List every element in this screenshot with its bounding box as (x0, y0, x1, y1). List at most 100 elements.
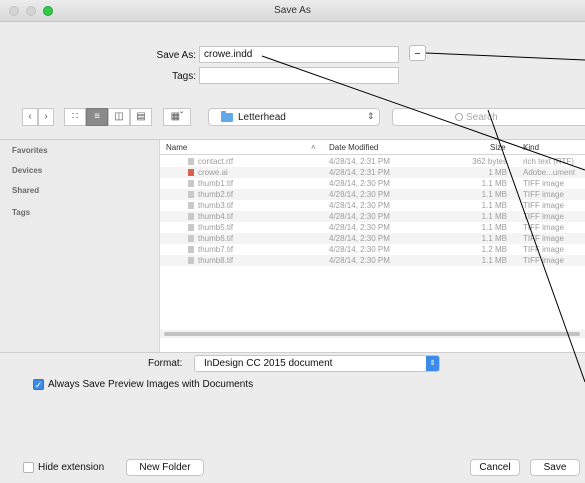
sort-ascending-icon: ˄ (311, 143, 316, 152)
sidebar-item-shared[interactable]: Shared (12, 186, 39, 195)
image-file-icon (188, 180, 194, 187)
file-date: 4/28/14, 2:31 PM (329, 157, 390, 166)
image-file-icon (188, 202, 194, 209)
file-kind: TIFF image (523, 256, 564, 265)
file-date: 4/28/14, 2:30 PM (329, 201, 390, 210)
file-row[interactable]: thumb3.tif 4/28/14, 2:30 PM 1.1 MB TIFF … (160, 200, 585, 211)
file-row[interactable]: thumb6.tif 4/28/14, 2:30 PM 1.1 MB TIFF … (160, 233, 585, 244)
column-header-kind[interactable]: Kind (523, 143, 539, 152)
sidebar-item-tags[interactable]: Tags (12, 208, 30, 217)
file-date: 4/28/14, 2:30 PM (329, 190, 390, 199)
file-size: 362 bytes (472, 157, 507, 166)
file-size: 1.1 MB (481, 212, 507, 221)
column-view-button[interactable]: ◫ (108, 108, 130, 126)
sidebar-item-favorites[interactable]: Favorites (12, 146, 48, 155)
file-kind: TIFF image (523, 234, 564, 243)
coverflow-view-button[interactable]: ▤ (130, 108, 152, 126)
file-size: 1.2 MB (481, 245, 507, 254)
file-row[interactable]: thumb5.tif 4/28/14, 2:30 PM 1.1 MB TIFF … (160, 222, 585, 233)
search-placeholder: Search (466, 112, 498, 123)
file-date: 4/28/14, 2:30 PM (329, 245, 390, 254)
sidebar-item-devices[interactable]: Devices (12, 166, 42, 175)
file-size: 1.1 MB (481, 223, 507, 232)
coverflow-icon: ▤ (136, 111, 146, 122)
file-size: 1.1 MB (481, 179, 507, 188)
file-name: thumb7.tif (198, 245, 234, 254)
file-kind: rich text (RTF) (523, 157, 574, 166)
checkmark-icon: ✓ (34, 380, 43, 390)
file-name: thumb3.tif (198, 201, 234, 210)
scrollbar-thumb[interactable] (164, 332, 580, 336)
file-date: 4/28/14, 2:30 PM (329, 234, 390, 243)
file-size: 1.1 MB (481, 234, 507, 243)
column-header-size[interactable]: Size (490, 143, 506, 152)
horizontal-scrollbar[interactable] (160, 330, 585, 338)
format-popup[interactable]: InDesign CC 2015 document ⇕ (194, 355, 440, 372)
new-folder-button[interactable]: New Folder (126, 459, 204, 476)
file-list-header: Name ˄ Date Modified Size Kind (160, 140, 585, 155)
file-name: crowe.ai (198, 168, 228, 177)
search-field[interactable]: Search (392, 108, 585, 126)
always-save-preview-label: Always Save Preview Images with Document… (48, 379, 254, 390)
always-save-preview-checkbox[interactable]: ✓ (33, 379, 44, 390)
file-name: thumb6.tif (198, 234, 234, 243)
image-file-icon (188, 235, 194, 242)
file-kind: TIFF image (523, 179, 564, 188)
column-header-date[interactable]: Date Modified (329, 143, 378, 152)
title-bar: Save As (0, 0, 585, 22)
up-down-chevron-icon: ⇕ (367, 111, 375, 121)
file-size: 1.1 MB (481, 190, 507, 199)
illustrator-file-icon (188, 169, 194, 176)
file-kind: TIFF image (523, 190, 564, 199)
file-kind: TIFF image (523, 212, 564, 221)
back-button[interactable]: ‹ (22, 108, 38, 126)
location-label: Letterhead (238, 112, 286, 123)
folder-icon (221, 111, 233, 122)
file-date: 4/28/14, 2:31 PM (329, 168, 390, 177)
file-date: 4/28/14, 2:30 PM (329, 212, 390, 221)
cancel-button[interactable]: Cancel (470, 459, 520, 476)
file-kind: TIFF image (523, 245, 564, 254)
file-size: 1.1 MB (481, 201, 507, 210)
file-kind: TIFF image (523, 223, 564, 232)
file-row[interactable]: thumb8.tif 4/28/14, 2:30 PM 1.1 MB TIFF … (160, 255, 585, 266)
file-date: 4/28/14, 2:30 PM (329, 223, 390, 232)
file-name: thumb5.tif (198, 223, 234, 232)
location-popup[interactable]: Letterhead ⇕ (208, 108, 380, 126)
hide-extension-label: Hide extension (38, 462, 105, 473)
save-button[interactable]: Save (530, 459, 580, 476)
file-name: thumb1.tif (198, 179, 234, 188)
file-kind: Adobe...ument (523, 168, 576, 177)
file-row[interactable]: contact.rtf 4/28/14, 2:31 PM 362 bytes r… (160, 156, 585, 167)
window-title: Save As (274, 5, 311, 16)
chevron-left-icon: ‹ (28, 111, 32, 122)
file-row[interactable]: crowe.ai 4/28/14, 2:31 PM 1 MB Adobe...u… (160, 167, 585, 178)
image-file-icon (188, 257, 194, 264)
hide-extension-checkbox[interactable] (23, 462, 34, 473)
file-icon (188, 158, 194, 165)
file-row[interactable]: thumb7.tif 4/28/14, 2:30 PM 1.2 MB TIFF … (160, 244, 585, 255)
list-view-button[interactable]: ≡ (86, 108, 108, 126)
format-value: InDesign CC 2015 document (204, 358, 333, 369)
arrange-button[interactable]: ▦ˇ (163, 108, 191, 126)
image-file-icon (188, 191, 194, 198)
file-kind: TIFF image (523, 201, 564, 210)
file-row[interactable]: thumb1.tif 4/28/14, 2:30 PM 1.1 MB TIFF … (160, 178, 585, 189)
tags-label: Tags: (172, 71, 196, 82)
grid-icon: ∷ (71, 111, 79, 122)
forward-button[interactable]: › (38, 108, 54, 126)
save-as-label: Save As: (156, 50, 196, 61)
tags-field[interactable] (199, 67, 399, 84)
icon-view-button[interactable]: ∷ (64, 108, 86, 126)
column-header-name[interactable]: Name (166, 143, 187, 152)
file-name: thumb8.tif (198, 256, 234, 265)
file-size: 1.1 MB (481, 256, 507, 265)
sidebar: Favorites Devices Shared Tags (0, 140, 160, 352)
file-row[interactable]: thumb4.tif 4/28/14, 2:30 PM 1.1 MB TIFF … (160, 211, 585, 222)
expand-dialog-button[interactable] (409, 45, 426, 61)
image-file-icon (188, 213, 194, 220)
save-as-field[interactable] (199, 46, 399, 63)
file-row[interactable]: thumb2.tif 4/28/14, 2:30 PM 1.1 MB TIFF … (160, 189, 585, 200)
file-name: thumb2.tif (198, 190, 234, 199)
file-size: 1 MB (488, 168, 507, 177)
